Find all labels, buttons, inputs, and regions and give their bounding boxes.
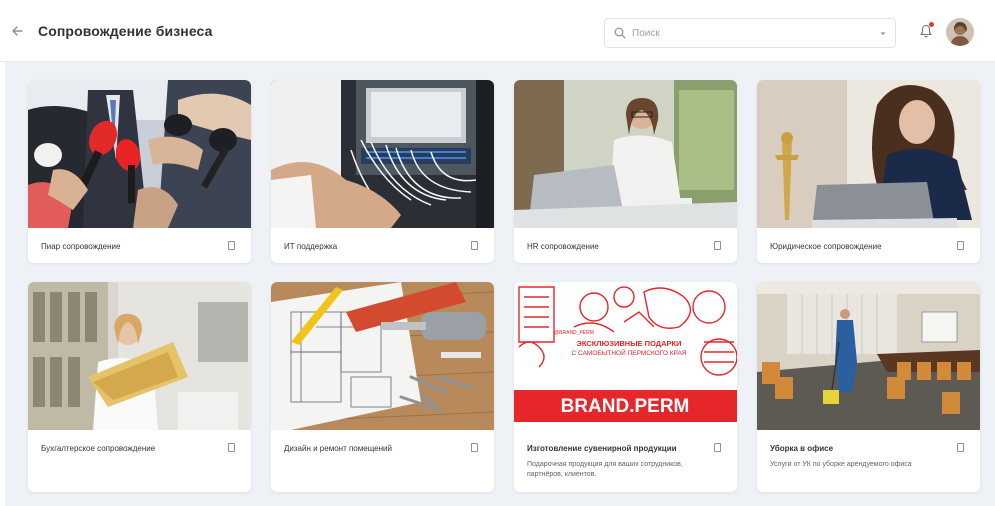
woman-laptop-office-image	[514, 80, 737, 228]
service-card[interactable]: Юридическое сопровождение	[757, 80, 980, 263]
press-microphones-image	[28, 80, 251, 228]
page-title: Сопровождение бизнеса	[38, 23, 213, 39]
bookmark-icon[interactable]	[714, 241, 721, 250]
card-title: Юридическое сопровождение	[770, 242, 882, 251]
left-sidebar-edge	[0, 62, 5, 506]
card-image	[271, 80, 494, 228]
service-card[interactable]: HR сопровождение	[514, 80, 737, 263]
card-image	[28, 282, 251, 430]
top-header: Сопровождение бизнеса	[0, 0, 995, 62]
card-image: ЭКСКЛЮЗИВНЫЕ ПОДАРКИ С САМОБЫТНОЙ ПЕРМСК…	[514, 282, 737, 430]
service-card[interactable]: ИТ поддержка	[271, 80, 494, 263]
bookmark-icon[interactable]	[714, 443, 721, 452]
notification-dot	[929, 22, 934, 27]
brand-perm-poster-image: ЭКСКЛЮЗИВНЫЕ ПОДАРКИ С САМОБЫТНОЙ ПЕРМСК…	[514, 282, 737, 430]
card-title: Изготовление сувенирной продукции	[527, 444, 677, 453]
card-image	[757, 282, 980, 430]
card-image	[271, 282, 494, 430]
office-cleaning-image	[757, 282, 980, 430]
poster-subline: С САМОБЫТНОЙ ПЕРМСКОГО КРАЯ	[572, 348, 687, 357]
woman-with-folders-image	[28, 282, 251, 430]
service-card[interactable]: Пиар сопровождение	[28, 80, 251, 263]
card-title: Дизайн и ремонт помещений	[284, 444, 392, 453]
poster-brand: BRAND.PERM	[561, 396, 690, 417]
card-title: HR сопровождение	[527, 242, 599, 251]
service-card[interactable]: ЭКСКЛЮЗИВНЫЕ ПОДАРКИ С САМОБЫТНОЙ ПЕРМСК…	[514, 282, 737, 492]
blueprints-tools-image	[271, 282, 494, 430]
card-image	[757, 80, 980, 228]
server-cables-image	[271, 80, 494, 228]
bookmark-icon[interactable]	[471, 241, 478, 250]
woman-laptop-justice-image	[757, 80, 980, 228]
card-title: Бухгалтерское сопровождение	[41, 444, 156, 453]
search-box[interactable]	[604, 18, 896, 48]
service-card[interactable]: Бухгалтерское сопровождение	[28, 282, 251, 492]
search-icon	[614, 27, 626, 39]
service-card[interactable]: Уборка в офисе Услуги от УК по уборке ар…	[757, 282, 980, 492]
poster-handle: @BRAND_PERM	[554, 330, 594, 336]
card-title: ИТ поддержка	[284, 242, 338, 251]
notifications-button[interactable]	[918, 22, 934, 39]
avatar[interactable]	[946, 18, 974, 46]
bookmark-icon[interactable]	[957, 241, 964, 250]
service-card[interactable]: Дизайн и ремонт помещений	[271, 282, 494, 492]
card-title: Уборка в офисе	[770, 444, 834, 453]
card-description: Подарочная продукция для ваших сотрудник…	[527, 461, 683, 478]
card-image	[28, 80, 251, 228]
bookmark-icon[interactable]	[957, 443, 964, 452]
bookmark-icon[interactable]	[471, 443, 478, 452]
poster-headline: ЭКСКЛЮЗИВНЫЕ ПОДАРКИ	[576, 339, 681, 348]
search-input[interactable]	[632, 27, 872, 39]
bookmark-icon[interactable]	[228, 241, 235, 250]
card-image	[514, 80, 737, 228]
back-arrow-icon[interactable]	[10, 22, 26, 40]
card-description: Услуги от УК по уборке арендуемого офиса	[770, 461, 912, 468]
bookmark-icon[interactable]	[228, 443, 235, 452]
card-title: Пиар сопровождение	[41, 242, 121, 251]
chevron-down-icon[interactable]	[879, 30, 887, 38]
avatar-image	[946, 18, 974, 46]
